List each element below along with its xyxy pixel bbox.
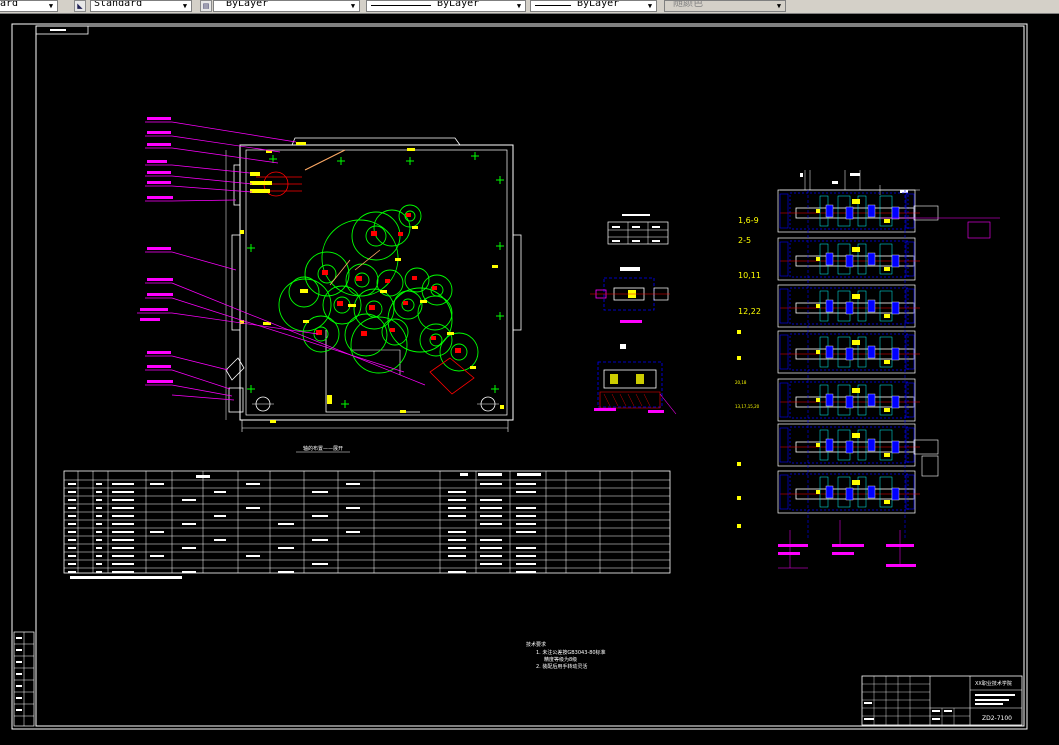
gear-parameter-table <box>63 470 671 574</box>
drawing-frame <box>35 25 1025 727</box>
chevron-down-icon[interactable]: ▼ <box>514 1 524 11</box>
shaft-panel <box>777 237 920 281</box>
plot-style-combo[interactable]: 随颜色 ▼ <box>664 0 786 12</box>
section-views <box>590 214 677 415</box>
gear-markers <box>316 213 461 353</box>
shaft-panel <box>777 330 920 374</box>
top-left-tag-text <box>50 29 66 31</box>
linetype-value: ByLayer <box>437 0 480 9</box>
note-line-2: 2. 装配后用手转动灵活 <box>536 663 587 670</box>
lineweight-swatch <box>535 5 571 6</box>
note-title: 技术要求 <box>526 641 546 648</box>
left-strip <box>13 631 35 727</box>
technical-notes: 技术要求 1. 未注公差按GB3043-80标准 精度等级为8级 2. 装配后用… <box>526 641 606 670</box>
shaft-panel <box>777 423 939 467</box>
color-combo[interactable]: ByLayer ▼ <box>213 0 360 12</box>
shaft-panel <box>777 378 920 422</box>
sheet-border <box>11 23 1028 730</box>
chevron-down-icon[interactable]: ▼ <box>645 1 655 11</box>
properties-toolbar: ard ▼ ◣ Standard ▼ ▤ ByLayer ▼ ByLayer ▼… <box>0 0 1059 14</box>
drawing-canvas[interactable]: 轴的布置——展开 1,6-9 2-5 10,11 12,22 20,18 13,… <box>0 14 1059 745</box>
chevron-down-icon[interactable]: ▼ <box>348 1 358 11</box>
note-line-1b: 精度等级为8级 <box>544 656 577 663</box>
plate-label-3: 10,11 <box>738 271 761 280</box>
plate-label-2: 2-5 <box>738 236 751 245</box>
shaft-panel <box>777 189 939 233</box>
plate-label-5: 20,18 <box>735 380 747 385</box>
chevron-down-icon[interactable]: ▼ <box>180 1 190 11</box>
view-title: 轴的布置——展开 <box>303 445 343 452</box>
plate-label-6: 13,17,15,20 <box>735 404 760 409</box>
plot-style-value: 随颜色 <box>673 0 703 9</box>
shaft-panel <box>777 470 920 514</box>
color-value: ByLayer <box>226 0 269 9</box>
gear-circles <box>278 204 479 374</box>
text-style-combo[interactable]: ard ▼ <box>0 0 58 12</box>
title-block-name: XX职业技术学院 <box>975 680 1012 687</box>
shaft-development-view: 1,6-9 2-5 10,11 12,22 20,18 13,17,15,20 <box>735 170 1000 569</box>
shaft-panels <box>777 189 939 540</box>
chevron-down-icon[interactable]: ▼ <box>46 1 56 11</box>
lineweight-combo[interactable]: ByLayer ▼ <box>530 0 657 12</box>
drawing-number: ZD2-7100 <box>982 715 1012 722</box>
plate-label-1: 1,6-9 <box>738 216 759 225</box>
gear-tags <box>263 226 498 404</box>
linetype-combo[interactable]: ByLayer ▼ <box>366 0 526 12</box>
gearbox-plan-view: 轴的布置——展开 <box>137 117 522 453</box>
text-style-value: ard <box>0 0 19 9</box>
plan-leaders <box>137 121 426 401</box>
lineweight-value: ByLayer <box>577 0 620 9</box>
chevron-down-icon[interactable]: ▼ <box>774 1 784 11</box>
layer-icon[interactable]: ▤ <box>200 0 212 12</box>
dimstyle-icon[interactable]: ◣ <box>74 0 86 12</box>
plan-balloons <box>140 117 173 383</box>
note-line-1: 1. 未注公差按GB3043-80标准 <box>536 649 606 656</box>
title-block: XX职业技术学院 ZD2-7100 <box>861 675 1023 726</box>
shaft-panel <box>777 284 920 328</box>
table-footnote <box>70 576 182 579</box>
plate-label-4: 12,22 <box>738 307 761 316</box>
dim-style-value: Standard <box>94 0 143 9</box>
linetype-swatch <box>371 5 431 6</box>
dim-style-combo[interactable]: Standard ▼ <box>90 0 192 12</box>
